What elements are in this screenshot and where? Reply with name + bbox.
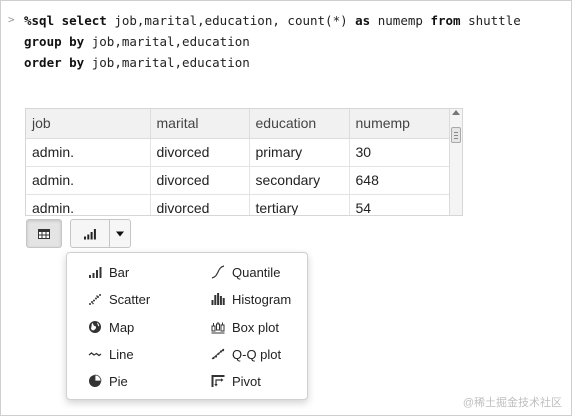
menu-item-box-plot[interactable]: Box plot [211,318,279,336]
column-header-education[interactable]: education [249,109,350,139]
menu-item-bar[interactable]: Bar [88,263,129,281]
menu-item-qq-plot[interactable]: Q-Q plot [211,345,281,363]
globe-icon [89,321,101,333]
table-cell: primary [249,138,350,167]
scrollbar-thumb[interactable] [451,127,461,143]
sql-code-editor[interactable]: %sql select job,marital,education, count… [24,10,521,73]
table-cell: tertiary [249,194,350,215]
sql-text: job,marital,education [84,55,250,70]
sql-text: numemp [370,13,431,28]
chart-type-menu: Bar Scatter Map Line Pie Quantile Histog… [66,252,308,400]
watermark: @稀土掘金技术社区 [462,397,562,409]
table-row: admin. divorced primary 30 [26,138,452,167]
menu-item-map[interactable]: Map [88,318,134,336]
table-cell: admin. [26,194,151,215]
column-header-job[interactable]: job [26,109,151,139]
menu-item-pivot[interactable]: Pivot [211,372,261,390]
table-cell: admin. [26,138,151,167]
table-view-button[interactable] [26,219,62,248]
table-header-row: job marital education numemp [26,109,452,139]
table-cell: secondary [249,166,350,195]
sql-text: shuttle [460,13,521,28]
menu-item-line[interactable]: Line [88,345,134,363]
cell-prompt: > [8,13,15,26]
bar-chart-icon [84,228,96,239]
sql-keyword: as [355,13,371,28]
chart-type-dropdown-toggle[interactable] [109,219,131,248]
menu-item-label: Map [109,319,135,335]
caret-down-icon [116,231,124,236]
table-cell: divorced [150,194,250,215]
quantile-icon [211,265,225,279]
box-plot-icon [211,322,225,334]
sql-text: job,marital,education, count(*) [106,13,356,28]
menu-item-quantile[interactable]: Quantile [211,263,280,281]
column-header-numemp[interactable]: numemp [349,109,452,139]
menu-item-label: Bar [109,264,130,280]
sql-keyword: %sql select [24,13,107,28]
menu-item-scatter[interactable]: Scatter [88,290,150,308]
table-row: admin. divorced secondary 648 [26,166,452,195]
sql-text: job,marital,education [84,34,250,49]
menu-item-label: Line [109,346,134,362]
pie-chart-icon [89,374,102,387]
histogram-icon [211,293,225,305]
menu-item-label: Pivot [232,373,261,389]
menu-item-label: Histogram [232,291,292,307]
menu-item-label: Pie [109,373,128,389]
result-table-container: job marital education numemp admin. divo… [25,108,463,216]
menu-item-pie[interactable]: Pie [88,372,128,390]
menu-item-label: Box plot [232,319,279,335]
table-cell: divorced [150,138,250,167]
scatter-icon [89,294,101,305]
column-header-marital[interactable]: marital [150,109,250,139]
sql-keyword: group by [24,34,85,49]
menu-item-histogram[interactable]: Histogram [211,290,291,308]
table-icon [38,228,50,239]
menu-item-label: Quantile [232,264,281,280]
pivot-icon [211,375,225,387]
table-row: admin. divorced tertiary 54 [26,194,452,215]
table-cell: 30 [349,138,452,167]
result-table: job marital education numemp admin. divo… [26,109,452,215]
line-chart-icon [88,352,102,357]
menu-item-label: Q-Q plot [232,346,282,362]
table-cell: divorced [150,166,250,195]
qq-plot-icon [211,348,225,360]
bar-chart-icon [89,267,102,278]
table-cell: 648 [349,166,452,195]
table-cell: admin. [26,166,151,195]
table-cell: 54 [349,194,452,215]
chart-view-button[interactable] [70,219,110,248]
scroll-up-arrow-icon[interactable] [452,110,460,115]
table-scrollbar[interactable] [449,109,462,215]
sql-keyword: order by [24,55,85,70]
menu-item-label: Scatter [109,291,151,307]
sql-keyword: from [430,13,461,28]
